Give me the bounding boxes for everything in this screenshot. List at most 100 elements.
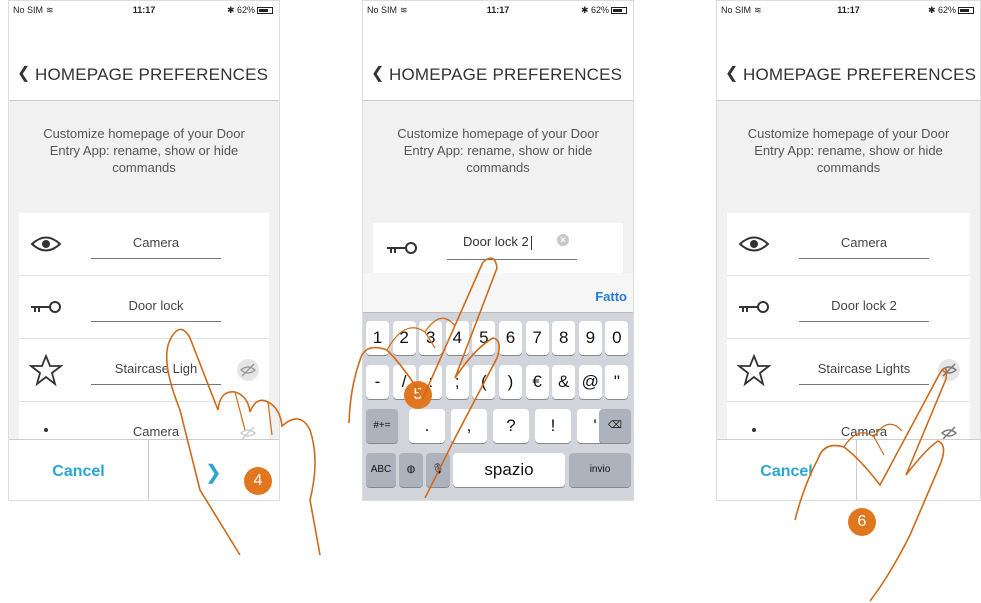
key-icon bbox=[387, 242, 417, 254]
bottom-bar: Cancel ❯ bbox=[9, 439, 279, 500]
input-underline bbox=[799, 384, 929, 385]
list-item[interactable]: Camera bbox=[19, 213, 269, 276]
key[interactable]: , bbox=[451, 409, 487, 443]
key[interactable]: " bbox=[605, 365, 629, 399]
eye-off-icon[interactable] bbox=[938, 359, 960, 381]
key[interactable]: ; bbox=[445, 365, 469, 399]
list-item[interactable]: Door lock bbox=[19, 276, 269, 339]
item-name[interactable]: Door lock bbox=[91, 298, 221, 313]
phone-screen-1: No SIM ≋ 11:17 ✱ 62% ❮ HOMEPAGE PREFERENC… bbox=[8, 0, 280, 501]
nav-bar: ❮ HOMEPAGE PREFERENCES bbox=[9, 21, 279, 101]
command-list: Camera Door lock Staircase Ligh Camera bbox=[19, 213, 269, 465]
key-icon bbox=[31, 301, 61, 313]
status-bar: No SIM ≋ 11:17 ✱ 62% bbox=[717, 1, 980, 21]
keyboard: Fatto 1 2 3 4 5 6 7 8 9 0- /:;() € & @ " #+=.,?! ' ⌫ ABC ◍ 🎙… bbox=[363, 273, 633, 500]
list-item[interactable]: Door lock 2 bbox=[727, 276, 970, 339]
nav-bar: ❮ HOMEPAGE PREFERENCES bbox=[717, 21, 980, 101]
key-6[interactable]: 6 bbox=[499, 321, 522, 355]
battery-indicator: ✱ 62% bbox=[581, 5, 627, 16]
description-text: Customize homepage of your Door Entry Ap… bbox=[397, 126, 599, 175]
next-chevron-icon[interactable]: ❯ bbox=[205, 460, 222, 485]
nav-bar: ❮ HOMEPAGE PREFERENCES bbox=[363, 21, 633, 101]
input-underline bbox=[447, 259, 577, 260]
eye-icon bbox=[738, 236, 770, 252]
text-caret bbox=[530, 235, 532, 250]
input-underline bbox=[91, 258, 221, 259]
backspace-key[interactable]: ⌫ bbox=[599, 409, 631, 443]
list-item[interactable]: Staircase Lights bbox=[727, 339, 970, 402]
return-key[interactable]: invio bbox=[569, 453, 631, 487]
star-icon bbox=[29, 353, 63, 387]
step-badge: 5 bbox=[404, 381, 432, 409]
page-title: HOMEPAGE PREFERENCES bbox=[35, 65, 269, 84]
back-chevron-icon[interactable]: ❮ bbox=[17, 63, 30, 83]
key-3[interactable]: 3 bbox=[419, 321, 443, 355]
step-badge: 6 bbox=[848, 508, 876, 536]
battery-icon bbox=[257, 7, 273, 15]
battery-icon bbox=[611, 7, 627, 15]
list-item[interactable]: Camera bbox=[727, 213, 970, 276]
input-underline bbox=[91, 321, 221, 322]
list-item[interactable]: Staircase Ligh bbox=[19, 339, 269, 402]
step-badge: 4 bbox=[244, 467, 272, 495]
item-name[interactable]: Staircase Lights bbox=[799, 361, 929, 376]
key-7[interactable]: 7 bbox=[525, 321, 549, 355]
item-name[interactable]: Camera bbox=[91, 424, 221, 439]
item-name[interactable]: Door lock 2 bbox=[799, 298, 929, 313]
cancel-button[interactable]: Cancel bbox=[717, 440, 857, 500]
battery-indicator: ✱ 62% bbox=[928, 5, 974, 16]
back-chevron-icon[interactable]: ❮ bbox=[371, 63, 384, 83]
item-name[interactable]: Camera bbox=[799, 424, 929, 439]
item-name[interactable]: Camera bbox=[91, 235, 221, 250]
keyboard-toolbar: Fatto bbox=[363, 273, 633, 313]
key-2[interactable]: 2 bbox=[392, 321, 416, 355]
bluetooth-icon: ✱ bbox=[927, 5, 938, 15]
eye-icon bbox=[30, 236, 62, 252]
key[interactable]: ? bbox=[493, 409, 529, 443]
abc-key[interactable]: ABC bbox=[366, 453, 396, 487]
name-input[interactable]: Door lock 2 bbox=[463, 234, 532, 250]
battery-icon bbox=[958, 7, 974, 15]
description-text: Customize homepage of your Door Entry Ap… bbox=[747, 126, 950, 175]
symbols-key[interactable]: #+= bbox=[366, 409, 398, 443]
key-4[interactable]: 4 bbox=[445, 321, 469, 355]
input-underline bbox=[799, 258, 929, 259]
key[interactable]: . bbox=[409, 409, 445, 443]
key[interactable]: & bbox=[552, 365, 576, 399]
item-name[interactable]: Camera bbox=[799, 235, 929, 250]
clear-icon[interactable]: ✕ bbox=[557, 234, 569, 246]
star-icon bbox=[737, 353, 771, 387]
key[interactable]: ! bbox=[535, 409, 571, 443]
key[interactable]: ) bbox=[499, 365, 522, 399]
status-bar: No SIM ≋ 11:17 ✱ 62% bbox=[363, 1, 633, 21]
key[interactable]: € bbox=[525, 365, 549, 399]
bluetooth-icon: ✱ bbox=[580, 5, 591, 15]
back-chevron-icon[interactable]: ❮ bbox=[725, 63, 738, 83]
page-title: HOMEPAGE PREFERENCES bbox=[743, 65, 977, 84]
input-underline bbox=[91, 384, 221, 385]
key-8[interactable]: 8 bbox=[552, 321, 576, 355]
status-bar: No SIM ≋ 11:17 ✱ 62% bbox=[9, 1, 279, 21]
bluetooth-icon: ✱ bbox=[226, 5, 237, 15]
edit-row[interactable]: Door lock 2 ✕ bbox=[373, 223, 623, 273]
input-underline bbox=[799, 321, 929, 322]
key[interactable]: ( bbox=[472, 365, 496, 399]
bottom-bar: Cancel bbox=[717, 439, 980, 500]
key[interactable]: @ bbox=[578, 365, 602, 399]
key-5[interactable]: 5 bbox=[472, 321, 496, 355]
done-button[interactable]: Fatto bbox=[595, 289, 627, 304]
microphone-icon[interactable]: 🎙 bbox=[426, 453, 450, 487]
description-text: Customize homepage of your Door Entry Ap… bbox=[43, 126, 245, 175]
phone-screen-2: No SIM ≋ 11:17 ✱ 62% ❮ HOMEPAGE PREFERENC… bbox=[362, 0, 634, 501]
cancel-button[interactable]: Cancel bbox=[9, 440, 149, 500]
item-name[interactable]: Staircase Ligh bbox=[91, 361, 221, 376]
key[interactable]: - bbox=[366, 365, 389, 399]
space-key[interactable]: spazio bbox=[453, 453, 565, 487]
key-9[interactable]: 9 bbox=[578, 321, 602, 355]
eye-off-icon[interactable] bbox=[237, 359, 259, 381]
page-title: HOMEPAGE PREFERENCES bbox=[389, 65, 623, 84]
globe-icon[interactable]: ◍ bbox=[399, 453, 423, 487]
key-0[interactable]: 0 bbox=[605, 321, 629, 355]
key-1[interactable]: 1 bbox=[366, 321, 389, 355]
phone-screen-3: No SIM ≋ 11:17 ✱ 62% ❮ HOMEPAGE PREFERENC… bbox=[716, 0, 981, 501]
